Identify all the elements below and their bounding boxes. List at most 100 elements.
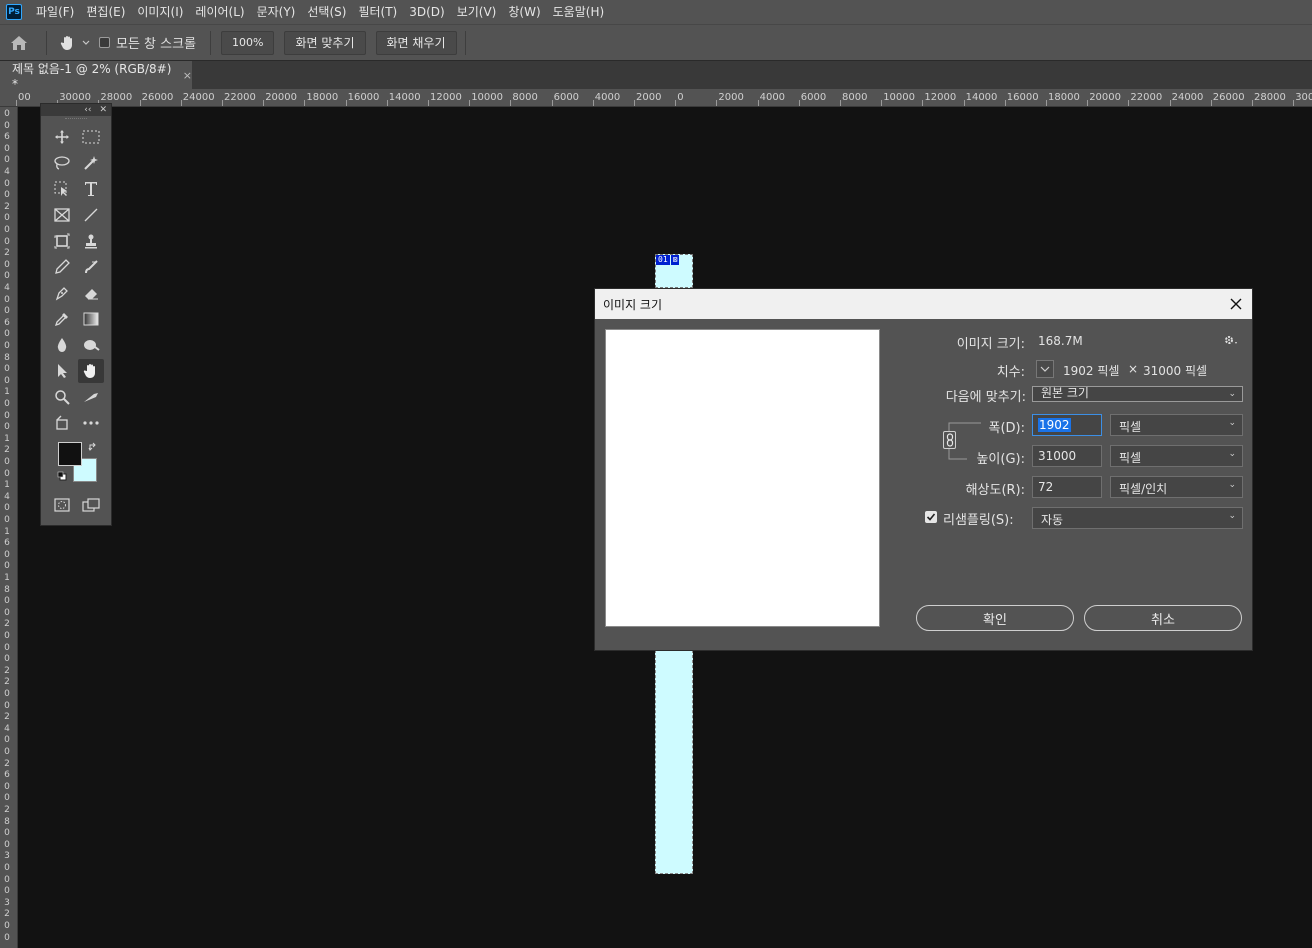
document-tab[interactable]: 제목 없음-1 @ 2% (RGB/8#) * ×: [0, 61, 192, 91]
swap-colors-icon[interactable]: [88, 442, 98, 452]
ruler-h-label: 6000: [800, 92, 827, 103]
resample-checkbox[interactable]: [925, 511, 937, 523]
constrain-proportions-button[interactable]: [943, 431, 956, 449]
home-button[interactable]: [0, 29, 38, 57]
type-tool[interactable]: [78, 177, 104, 201]
width-unit-select[interactable]: 픽셀 ⌄: [1110, 414, 1243, 436]
ruler-h-label: 00: [18, 92, 31, 103]
ruler-h-tick: [551, 100, 553, 106]
foreground-color-swatch[interactable]: [58, 442, 82, 466]
ruler-h-tick: [922, 100, 924, 106]
menu-file[interactable]: 파일(F): [30, 0, 80, 24]
marquee-tool[interactable]: [78, 125, 104, 149]
rectangular-marquee-icon: [82, 130, 99, 144]
dialog-title-bar[interactable]: 이미지 크기: [595, 289, 1252, 319]
rotate-view-icon: [55, 415, 68, 430]
menu-view[interactable]: 보기(V): [451, 0, 503, 24]
menu-filter[interactable]: 필터(T): [352, 0, 403, 24]
crop-rotate-tool[interactable]: [49, 411, 75, 435]
ruler-h-tick: [840, 100, 841, 106]
ruler-h-label: 4000: [759, 92, 786, 103]
menu-type[interactable]: 문자(Y): [251, 0, 302, 24]
screen-mode-button[interactable]: [78, 493, 104, 517]
zoom-tool[interactable]: [49, 385, 75, 409]
path-selection-tool[interactable]: [49, 359, 75, 383]
menu-3d[interactable]: 3D(D): [403, 0, 450, 24]
scroll-all-windows-option[interactable]: 모든 창 스크롤: [99, 33, 196, 52]
frame-icon: [53, 208, 70, 222]
clone-stamp-tool[interactable]: [78, 229, 104, 253]
tools-panel-header[interactable]: ‹‹ ✕: [41, 104, 111, 116]
quick-mask-button[interactable]: [49, 493, 75, 517]
frame-tool[interactable]: [49, 203, 75, 227]
fit-to-select[interactable]: 원본 크기 ⌄: [1032, 386, 1243, 402]
tool-preset-picker[interactable]: [59, 34, 91, 52]
ruler-v-label: 0: [4, 306, 10, 317]
resolution-unit-select[interactable]: 픽셀/인치 ⌄: [1110, 476, 1243, 498]
dimensions-unit-toggle[interactable]: [1036, 360, 1054, 378]
dodge-tool[interactable]: [78, 333, 104, 357]
ruler-v-label: 0: [4, 886, 10, 897]
cancel-button[interactable]: 취소: [1084, 605, 1242, 631]
ruler-h-label: 18000: [306, 92, 339, 103]
close-panel-icon[interactable]: ✕: [99, 105, 107, 115]
hand-tool[interactable]: [77, 359, 104, 383]
lasso-tool[interactable]: [49, 151, 75, 175]
ruler-v-label: 0: [4, 874, 10, 885]
gradient-tool[interactable]: [78, 307, 104, 331]
menu-layer[interactable]: 레이어(L): [189, 0, 250, 24]
ruler-h-label: 26000: [1212, 92, 1245, 103]
horizontal-ruler[interactable]: 00 30000 28000 26000 24000 22000 20000 18000 160…: [0, 89, 1312, 107]
chevron-down-icon: ⌄: [1228, 480, 1236, 490]
magic-wand-tool[interactable]: [78, 151, 104, 175]
height-input[interactable]: 31000: [1032, 445, 1102, 467]
menu-image[interactable]: 이미지(I): [131, 0, 189, 24]
edit-toolbar-tool[interactable]: [78, 385, 104, 409]
resample-select[interactable]: 자동 ⌄: [1032, 507, 1243, 529]
panel-grip[interactable]: [65, 118, 87, 122]
ruler-v-label: 0: [4, 642, 10, 653]
object-selection-tool[interactable]: [49, 177, 75, 201]
menu-select[interactable]: 선택(S): [301, 0, 352, 24]
close-icon[interactable]: [1228, 296, 1244, 312]
resolution-input[interactable]: 72: [1032, 476, 1102, 498]
fit-screen-button[interactable]: 화면 맞추기: [284, 30, 366, 55]
ruler-h-tick: [16, 100, 17, 106]
settings-gear-icon[interactable]: [1223, 334, 1239, 346]
ok-button[interactable]: 확인: [916, 605, 1074, 631]
zoom-100-button[interactable]: 100%: [221, 30, 275, 55]
eraser-tool[interactable]: [78, 281, 104, 305]
content-aware-tool[interactable]: [49, 229, 75, 253]
ruler-h-tick: [263, 100, 265, 106]
default-colors-icon[interactable]: [57, 471, 67, 481]
blur-tool[interactable]: [49, 333, 75, 357]
more-tools[interactable]: [78, 411, 104, 435]
image-preview[interactable]: [605, 329, 880, 627]
menu-bar: Ps 파일(F) 편집(E) 이미지(I) 레이어(L) 문자(Y) 선택(S)…: [0, 0, 1312, 24]
scroll-all-windows-checkbox[interactable]: [99, 37, 110, 48]
ruler-v-label: 0: [4, 747, 10, 757]
height-unit-select[interactable]: 픽셀 ⌄: [1110, 445, 1243, 467]
move-tool[interactable]: [49, 125, 75, 149]
vertical-ruler[interactable]: 0060040020002004006008001000120014001600…: [0, 107, 18, 948]
ruler-v-label: 0: [4, 781, 10, 792]
eyedropper-tool[interactable]: [49, 307, 75, 331]
ruler-h-tick: [1004, 100, 1006, 106]
brush-tool[interactable]: [49, 255, 75, 279]
menu-window[interactable]: 창(W): [502, 0, 546, 24]
fill-screen-button[interactable]: 화면 채우기: [375, 30, 457, 55]
ruler-v-label: 0: [4, 654, 10, 665]
menu-edit[interactable]: 편집(E): [80, 0, 131, 24]
ruler-v-label: 0: [4, 399, 10, 409]
ruler-h-tick: [757, 100, 759, 106]
width-input[interactable]: 1902: [1032, 414, 1102, 436]
document-canvas-body[interactable]: [655, 650, 693, 874]
line-tool[interactable]: [78, 203, 104, 227]
close-tab-icon[interactable]: ×: [183, 69, 192, 82]
pen-tool[interactable]: [49, 281, 75, 305]
history-brush-tool[interactable]: [78, 255, 104, 279]
menu-help[interactable]: 도움말(H): [547, 0, 611, 24]
height-label: 높이(G):: [976, 452, 1025, 467]
collapse-panel-icon[interactable]: ‹‹: [84, 105, 91, 115]
ruler-v-label: 3: [4, 897, 10, 908]
